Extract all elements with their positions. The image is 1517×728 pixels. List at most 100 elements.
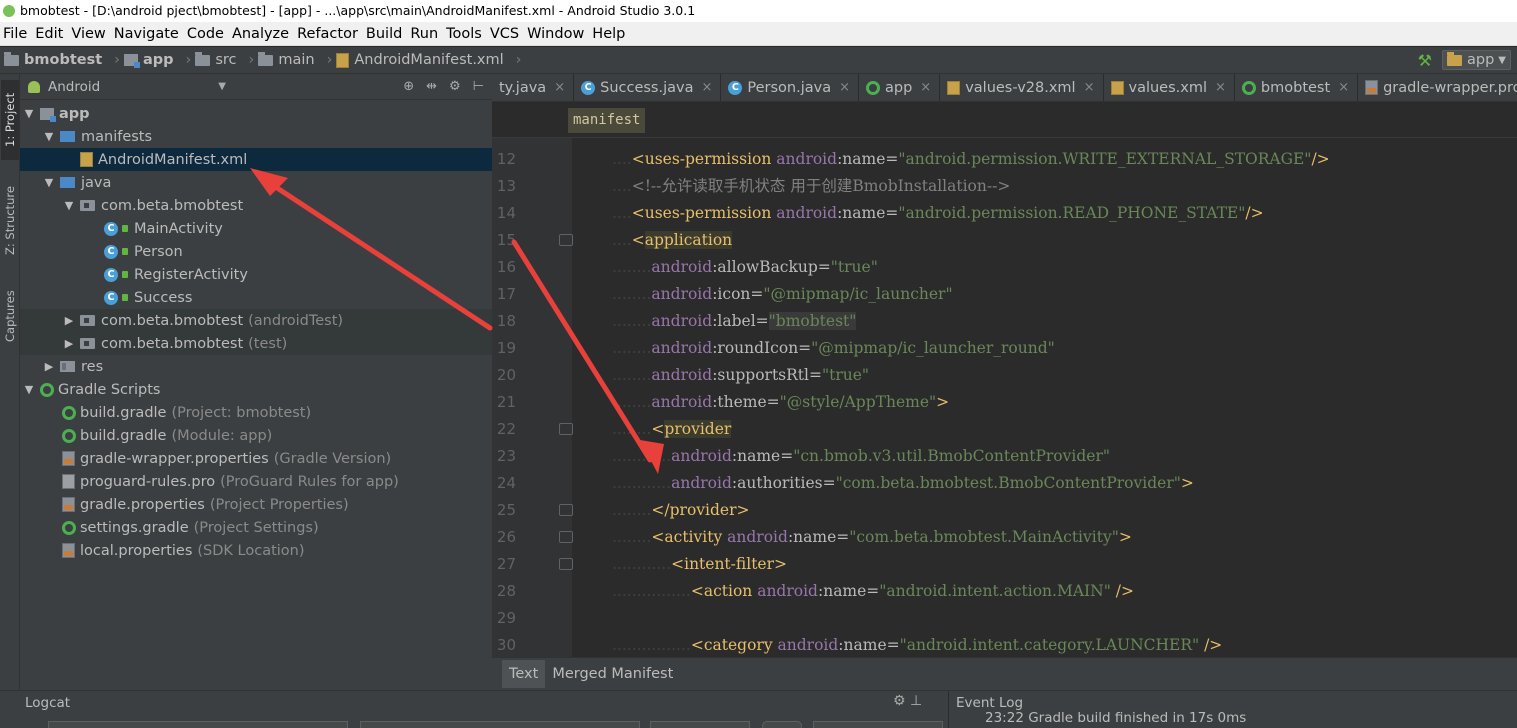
close-icon[interactable]: ×	[1084, 80, 1095, 95]
code-attr-name: :name=	[787, 528, 850, 546]
expand-arrow-icon[interactable]: ▶	[62, 314, 76, 327]
expand-arrow-icon[interactable]: ▼	[22, 383, 36, 396]
tree-item-person[interactable]: C Person	[20, 240, 492, 263]
menu-refactor[interactable]: Refactor	[296, 22, 365, 46]
code-attr-ns: android	[651, 366, 713, 384]
code-tag: />	[1245, 204, 1264, 222]
line-number: 15	[496, 231, 516, 249]
close-icon[interactable]: ×	[1338, 80, 1349, 95]
logcat-title[interactable]: Logcat	[25, 695, 70, 711]
code-tag: />	[1311, 150, 1330, 168]
menu-navigate[interactable]: Navigate	[113, 22, 186, 46]
tree-item-success[interactable]: C Success	[20, 286, 492, 309]
tool-tab-structure[interactable]: Z: Structure	[1, 176, 19, 266]
tree-item-build-gradle-module[interactable]: build.gradle (Module: app)	[20, 424, 492, 447]
code-attr-name: :theme=	[712, 393, 780, 411]
menu-run[interactable]: Run	[409, 22, 445, 46]
regex-toggle[interactable]	[762, 721, 802, 728]
menu-file[interactable]: File	[2, 22, 34, 46]
tree-item-gradle-scripts[interactable]: ▼ Gradle Scripts	[20, 378, 492, 401]
code-editor[interactable]: 12 ....<uses-permission android:name="and…	[492, 138, 1517, 657]
run-configuration-select[interactable]: app ▼	[1442, 50, 1511, 70]
close-icon[interactable]: ×	[554, 80, 565, 95]
menu-tools[interactable]: Tools	[445, 22, 489, 46]
device-select[interactable]	[48, 721, 348, 728]
project-view-selector[interactable]: Android	[48, 79, 100, 95]
menu-window[interactable]: Window	[526, 22, 591, 46]
tree-item-build-gradle-project[interactable]: build.gradle (Project: bmobtest)	[20, 401, 492, 424]
tree-item-manifests[interactable]: ▼ manifests	[20, 125, 492, 148]
tree-item-label: RegisterActivity	[134, 266, 248, 283]
tree-item-java[interactable]: ▼ java	[20, 171, 492, 194]
gear-icon[interactable]: ⚙ ⊥	[893, 693, 922, 709]
editor-tab-values-v28[interactable]: values-v28.xml ×	[940, 74, 1104, 101]
hide-panel-icon[interactable]: ⊢	[473, 79, 484, 94]
tree-item-package[interactable]: ▼ com.beta.bmobtest	[20, 194, 492, 217]
tool-tab-project[interactable]: 1: Project	[1, 80, 19, 160]
editor-tab-bmobtest[interactable]: bmobtest ×	[1235, 74, 1359, 101]
log-level-select[interactable]	[650, 721, 750, 728]
process-select[interactable]	[360, 721, 640, 728]
fold-marker-icon[interactable]	[559, 558, 573, 570]
make-project-hammer-icon[interactable]: ⚒	[1418, 51, 1432, 70]
tree-item-registeractivity[interactable]: C RegisterActivity	[20, 263, 492, 286]
nav-crumb-main[interactable]: main	[258, 51, 315, 68]
tool-tab-captures[interactable]: Captures	[1, 280, 19, 352]
tree-item-package-test[interactable]: ▶ com.beta.bmobtest (test)	[20, 332, 492, 355]
expand-arrow-icon[interactable]: ▶	[42, 360, 56, 373]
fold-marker-icon[interactable]	[559, 423, 573, 435]
tree-item-proguard[interactable]: proguard-rules.pro (ProGuard Rules for ap…	[20, 470, 492, 493]
nav-crumb-src[interactable]: src	[195, 51, 237, 68]
code-line-21: 21 ........android:theme="@style/AppTheme…	[492, 389, 1517, 416]
scroll-from-source-icon[interactable]: ⊕	[403, 79, 414, 94]
filter-select[interactable]	[813, 721, 943, 728]
tree-item-settings-gradle[interactable]: settings.gradle (Project Settings)	[20, 516, 492, 539]
menu-build[interactable]: Build	[365, 22, 409, 46]
expand-arrow-icon[interactable]: ▼	[42, 176, 56, 189]
tree-item-res[interactable]: ▶ res	[20, 355, 492, 378]
tool-tab-label: Z: Structure	[3, 186, 17, 256]
expand-arrow-icon[interactable]: ▼	[22, 107, 36, 120]
gear-icon[interactable]: ⚙	[449, 79, 461, 94]
close-icon[interactable]: ×	[701, 80, 712, 95]
tree-item-gradle-properties[interactable]: gradle.properties (Project Properties)	[20, 493, 492, 516]
fold-marker-icon[interactable]	[559, 531, 573, 543]
tree-item-gradle-wrapper[interactable]: gradle-wrapper.properties (Gradle Version…	[20, 447, 492, 470]
tree-item-package-androidtest[interactable]: ▶ com.beta.bmobtest (androidTest)	[20, 309, 492, 332]
editor-tab-activity-java[interactable]: ty.java ×	[492, 74, 575, 101]
editor-tab-person-java[interactable]: C Person.java ×	[721, 74, 859, 101]
editor-tab-app[interactable]: app ×	[859, 74, 941, 101]
expand-arrow-icon[interactable]: ▼	[42, 130, 56, 143]
tree-item-app[interactable]: ▼ app	[20, 102, 492, 125]
tree-item-androidmanifest[interactable]: AndroidManifest.xml	[20, 148, 492, 171]
close-icon[interactable]: ×	[920, 80, 931, 95]
editor-tab-success-java[interactable]: C Success.java ×	[574, 74, 722, 101]
event-log-title[interactable]: Event Log	[956, 695, 1023, 711]
tab-merged-manifest[interactable]: Merged Manifest	[545, 660, 680, 688]
menu-help[interactable]: Help	[591, 22, 632, 46]
menu-analyze[interactable]: Analyze	[231, 22, 296, 46]
editor-tab-values[interactable]: values.xml ×	[1104, 74, 1235, 101]
lock-icon	[122, 225, 128, 232]
tab-text[interactable]: Text	[502, 660, 546, 688]
nav-crumb-project[interactable]: bmobtest	[4, 51, 102, 68]
collapse-all-icon[interactable]: ⇹	[426, 79, 437, 94]
tree-item-mainactivity[interactable]: C MainActivity	[20, 217, 492, 240]
close-icon[interactable]: ×	[1215, 80, 1226, 95]
fold-marker-icon[interactable]	[559, 504, 573, 516]
menu-vcs[interactable]: VCS	[489, 22, 526, 46]
project-tool-window: Android ▼ ⊕ ⇹ ⚙ ⊢ ▼ app ▼ manifests Androi…	[20, 74, 492, 690]
menu-edit[interactable]: Edit	[34, 22, 70, 46]
tag-breadcrumb-manifest[interactable]: manifest	[568, 108, 646, 133]
nav-crumb-file[interactable]: AndroidManifest.xml	[336, 52, 504, 68]
menu-code[interactable]: Code	[186, 22, 231, 46]
menu-view[interactable]: View	[70, 22, 112, 46]
fold-marker-icon[interactable]	[559, 234, 573, 246]
close-icon[interactable]: ×	[839, 80, 850, 95]
chevron-down-icon[interactable]: ▼	[218, 81, 226, 92]
tree-item-local-properties[interactable]: local.properties (SDK Location)	[20, 539, 492, 562]
expand-arrow-icon[interactable]: ▶	[62, 337, 76, 350]
expand-arrow-icon[interactable]: ▼	[62, 199, 76, 212]
editor-tab-gradle-wrapper[interactable]: gradle-wrapper.properties×	[1358, 74, 1517, 101]
nav-crumb-module[interactable]: app	[123, 52, 174, 68]
